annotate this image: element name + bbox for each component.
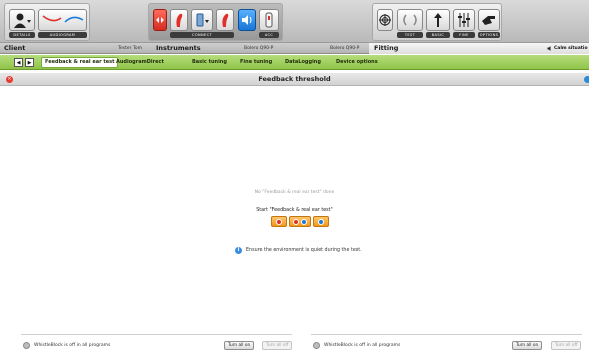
hand-icon: [482, 16, 495, 25]
fitting-toolbar-group: TEST BASIC FINE OPTIONS: [372, 3, 502, 41]
whistleblock-icon: [313, 342, 320, 349]
panel-title-bar: Feedback threshold ×: [0, 73, 589, 86]
sliders-icon: [458, 13, 470, 27]
info-icon: i: [235, 246, 242, 254]
turn-all-off-button-right[interactable]: Turn all off: [551, 341, 582, 350]
basic-label: BASIC: [426, 32, 450, 38]
start-both-button[interactable]: [289, 216, 311, 227]
left-device-name: Bolero Q90-P: [244, 46, 274, 51]
whistleblock-text-left: WhistleBlock is off in all programs: [34, 343, 111, 348]
right-ear-icon: [318, 218, 324, 225]
details-label: DETAILS: [9, 32, 35, 38]
nav-forward-button[interactable]: ▶: [25, 58, 34, 67]
accessory-icon: [265, 12, 273, 28]
fine-label: FINE: [453, 32, 475, 38]
start-test-buttons: [271, 216, 329, 227]
situation-indicator[interactable]: Calm situatio: [547, 43, 588, 54]
hearing-aid-icon: [176, 13, 183, 27]
tab-basic-tuning[interactable]: Basic tuning: [189, 57, 230, 68]
instruments-toolbar-group: CONNECT ACC: [148, 3, 283, 41]
turn-all-on-button-right[interactable]: Turn all on: [512, 341, 543, 350]
whistleblock-icon: [23, 342, 30, 349]
options-label: OPTIONS: [478, 32, 500, 38]
panel-title: Feedback threshold: [258, 75, 331, 83]
info-text: Ensure the environment is quiet during t…: [246, 247, 362, 253]
bottom-divider-right: [311, 334, 582, 335]
start-test-label: Start "Feedback & real ear test": [256, 208, 333, 213]
whistleblock-text-right: WhistleBlock is off in all programs: [324, 343, 401, 348]
tab-fine-tuning[interactable]: Fine tuning: [237, 57, 275, 68]
audio-button[interactable]: [238, 9, 256, 31]
acc-button[interactable]: [259, 9, 279, 31]
feedback-icon: [403, 14, 417, 26]
close-icon: ×: [7, 76, 12, 82]
client-name: Tester Tom: [118, 46, 143, 51]
tab-feedback-real-ear-test[interactable]: Feedback & real ear test: [41, 57, 119, 68]
section-bar: Client Tester Tom Instruments Bolero Q90…: [0, 43, 589, 54]
person-icon: [14, 13, 31, 28]
hearing-aid-right-button[interactable]: [216, 9, 234, 31]
left-ear-icon: [293, 218, 299, 225]
arrow-right-icon: ▶: [27, 59, 32, 66]
basic-button[interactable]: [426, 9, 450, 31]
tab-device-options[interactable]: Device options: [333, 57, 381, 68]
info-message: i Ensure the environment is quiet during…: [235, 246, 362, 254]
client-section-title: Client: [4, 44, 26, 52]
acc-label: ACC: [259, 32, 279, 38]
main-toolbar: DETAILS AUDIOGRAM CONNECT ACC TEST BASIC…: [0, 0, 589, 43]
situation-label: Calm situatio: [554, 46, 588, 51]
right-device-name: Bolero Q90-P: [330, 46, 360, 51]
arrow-up-icon: [434, 13, 442, 27]
connect-icon: [156, 17, 164, 23]
connect-label: CONNECT: [170, 32, 234, 38]
turn-all-off-button-left[interactable]: Turn all off: [262, 341, 293, 350]
audiogram-label: AUDIOGRAM: [38, 32, 87, 38]
test-label: TEST: [397, 32, 423, 38]
hearing-aid-icon: [222, 13, 229, 27]
audiogram-button[interactable]: [38, 9, 87, 31]
target-icon: [379, 14, 391, 26]
close-button[interactable]: ×: [6, 76, 13, 83]
turn-all-on-button-left[interactable]: Turn all on: [224, 341, 255, 350]
fine-button[interactable]: [453, 9, 475, 31]
speaker-icon: [242, 15, 252, 25]
connect-button[interactable]: [153, 9, 167, 31]
help-icon[interactable]: [584, 76, 589, 83]
target-button[interactable]: [377, 9, 393, 31]
start-left-button[interactable]: [271, 216, 287, 227]
test-button[interactable]: [397, 9, 423, 31]
whistleblock-status-left: WhistleBlock is off in all programs: [23, 341, 110, 350]
whistleblock-status-right: WhistleBlock is off in all programs: [313, 341, 400, 350]
hearing-aid-left-button[interactable]: [170, 9, 188, 31]
details-button[interactable]: [9, 9, 35, 31]
tab-datalogging[interactable]: DataLogging: [282, 57, 324, 68]
nav-back-button[interactable]: ◀: [14, 58, 23, 67]
speaker-icon: [547, 46, 551, 51]
options-button[interactable]: [478, 9, 500, 31]
fitting-tab-bar: ◀ ▶ Feedback & real ear test AudiogramDi…: [0, 55, 589, 70]
start-right-button[interactable]: [313, 216, 329, 227]
client-toolbar-group: DETAILS AUDIOGRAM: [4, 3, 90, 41]
bottom-divider-left: [21, 334, 292, 335]
arrow-left-icon: ◀: [16, 59, 21, 66]
test-status-text: No "Feedback & real ear test" done: [254, 190, 335, 195]
right-ear-icon: [301, 218, 307, 225]
audiogram-icon: [42, 15, 83, 23]
fitting-section-title: Fitting: [374, 44, 399, 52]
tab-audiogram-direct[interactable]: AudiogramDirect: [113, 57, 167, 68]
instruments-section-title: Instruments: [156, 44, 201, 52]
receiver-button[interactable]: [191, 9, 213, 31]
left-ear-icon: [276, 218, 282, 225]
receiver-icon: [196, 13, 209, 27]
